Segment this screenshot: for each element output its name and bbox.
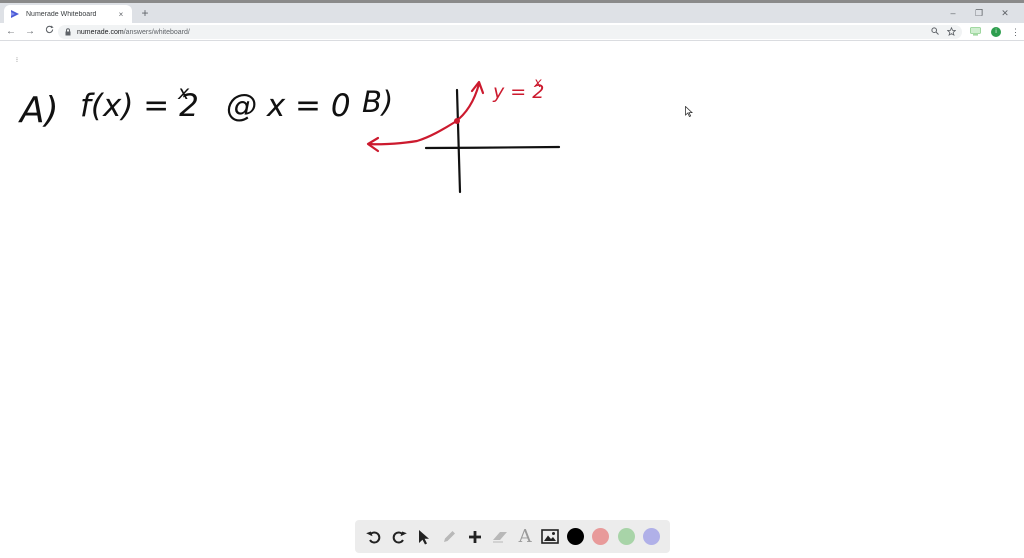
add-icon [468, 530, 481, 543]
color-black-swatch[interactable] [563, 524, 588, 549]
zoom-icon[interactable] [931, 27, 939, 37]
y-intercept-point [454, 118, 460, 124]
mouse-cursor-icon [685, 104, 694, 122]
reload-button[interactable] [41, 24, 57, 40]
select-tool-button[interactable] [412, 524, 437, 549]
browser-menu-icon[interactable]: ⋮ [1011, 27, 1020, 38]
profile-avatar[interactable]: i [991, 27, 1001, 37]
color-red-swatch[interactable] [588, 524, 613, 549]
omnibox-actions [931, 25, 957, 39]
swatch-red [592, 528, 610, 545]
swatch-green [617, 528, 635, 545]
whiteboard-drawing: A) f(x) = 2 x @ x = 0 B) y = 2 x [18, 76, 561, 194]
text-icon: A [518, 526, 532, 547]
color-green-swatch[interactable] [614, 524, 639, 549]
numerade-logo-icon [10, 9, 20, 19]
new-tab-button[interactable]: + [138, 6, 152, 20]
undo-button[interactable] [361, 524, 386, 549]
x-axis [424, 145, 561, 150]
browser-window: Numerade Whiteboard × + – ❐ ✕ ← → numera… [0, 0, 1024, 558]
browser-toolbar: ← → numerade.com /answers/whiteboard/ i … [0, 23, 1024, 41]
forward-button[interactable]: → [22, 24, 38, 40]
eraser-tool-button[interactable] [487, 524, 512, 549]
part-b-label: B) [362, 85, 393, 119]
cast-icon[interactable] [970, 23, 981, 41]
y-axis [455, 88, 462, 194]
extension-area: i ⋮ [970, 25, 1020, 39]
drawing-toolbar: A [355, 520, 670, 553]
reload-icon [45, 24, 54, 33]
select-icon [419, 529, 430, 544]
redo-icon [392, 530, 407, 543]
tab-title: Numerade Whiteboard [26, 10, 97, 18]
eraser-icon [492, 531, 507, 542]
lock-icon [64, 28, 72, 36]
address-bar[interactable]: numerade.com /answers/whiteboard/ [58, 25, 962, 39]
whiteboard-canvas[interactable]: ⁝ A) f(x) = 2 x @ x = 0 B) y = 2 x [0, 42, 1024, 558]
redo-button[interactable] [386, 524, 411, 549]
minimize-button[interactable]: – [940, 6, 966, 20]
part-a-exponent: x [177, 82, 190, 104]
close-window-button[interactable]: ✕ [992, 6, 1018, 20]
tab-strip: Numerade Whiteboard × + – ❐ ✕ [0, 0, 1024, 23]
image-icon [541, 529, 560, 544]
color-blue-swatch[interactable] [639, 524, 664, 549]
url-host: numerade.com [77, 28, 124, 36]
image-tool-button[interactable] [538, 524, 563, 549]
coordinate-axes [424, 88, 561, 194]
part-a-condition: @ x = 0 [226, 88, 351, 124]
text-tool-button[interactable]: A [513, 524, 538, 549]
restore-button[interactable]: ❐ [966, 6, 992, 20]
bookmark-star-icon[interactable] [946, 26, 957, 38]
add-button[interactable] [462, 524, 487, 549]
undo-icon [365, 530, 380, 543]
tab-numerade-whiteboard[interactable]: Numerade Whiteboard × [4, 5, 132, 23]
url-path: /answers/whiteboard/ [123, 28, 190, 36]
pen-tool-button[interactable] [437, 524, 462, 549]
swatch-black [567, 528, 585, 545]
tab-close-icon[interactable]: × [116, 10, 126, 19]
curve-label-exponent: x [533, 76, 542, 91]
window-controls: – ❐ ✕ [940, 6, 1018, 20]
part-a-label: A) [18, 90, 59, 131]
back-button[interactable]: ← [3, 24, 19, 40]
pen-icon [444, 530, 456, 542]
swatch-blue [642, 528, 660, 545]
